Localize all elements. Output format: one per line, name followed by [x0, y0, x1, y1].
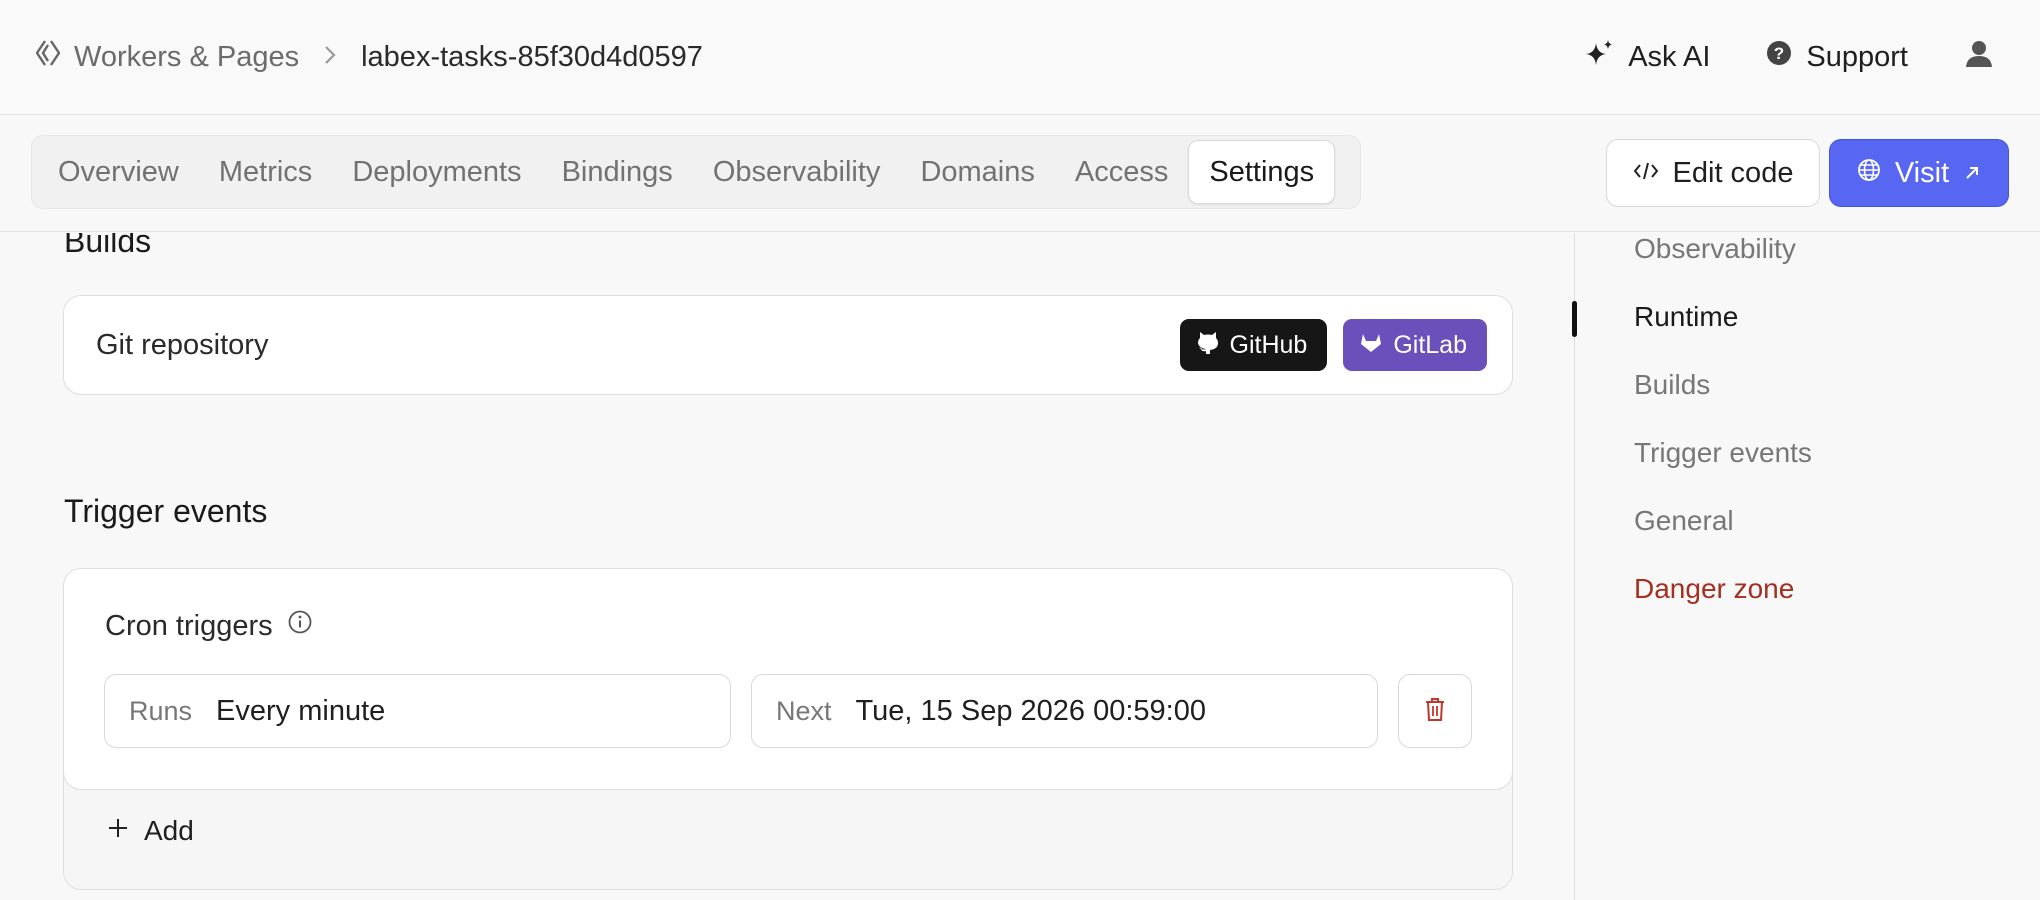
git-repository-card: Git repository GitHub GitLab	[63, 295, 1513, 395]
globe-icon	[1857, 157, 1881, 190]
github-label: GitHub	[1229, 330, 1308, 359]
tab-observability[interactable]: Observability	[693, 140, 901, 204]
sparkle-icon	[1584, 38, 1614, 76]
support-button[interactable]: ? Support	[1766, 40, 1908, 74]
visit-button[interactable]: Visit	[1829, 139, 2009, 207]
tab-domains[interactable]: Domains	[900, 140, 1054, 204]
info-icon[interactable]	[287, 609, 313, 643]
ask-ai-label: Ask AI	[1628, 40, 1711, 73]
tab-overview[interactable]: Overview	[38, 140, 199, 204]
trigger-events-title: Trigger events	[64, 493, 268, 529]
settings-side-nav: Observability Runtime Builds Trigger eve…	[1572, 233, 2040, 900]
sidenav-trigger-events[interactable]: Trigger events	[1634, 437, 1812, 469]
add-cron-button[interactable]: Add	[106, 815, 194, 847]
runs-value: Every minute	[216, 694, 386, 727]
edit-code-button[interactable]: Edit code	[1606, 139, 1820, 207]
github-icon	[1196, 329, 1220, 362]
cron-triggers-title: Cron triggers	[105, 609, 273, 642]
ask-ai-button[interactable]: Ask AI	[1584, 38, 1710, 76]
breadcrumb: Workers & Pages labex-tasks-85f30d4d0597	[34, 38, 703, 76]
next-run-field: Next Tue, 15 Sep 2026 00:59:00	[751, 674, 1378, 748]
cron-triggers-card: Cron triggers Runs Every minute Next Tue…	[63, 568, 1513, 890]
tab-metrics[interactable]: Metrics	[199, 140, 332, 204]
builds-title: Builds	[64, 233, 152, 259]
add-label: Add	[144, 815, 194, 846]
edit-code-label: Edit code	[1672, 156, 1794, 189]
tab-bar: Overview Metrics Deployments Bindings Ob…	[31, 135, 1361, 209]
user-icon	[1964, 38, 1994, 76]
trash-icon	[1424, 696, 1446, 727]
top-header: Workers & Pages labex-tasks-85f30d4d0597…	[0, 0, 2040, 115]
sidenav-runtime[interactable]: Runtime	[1634, 301, 1738, 333]
chevron-right-icon	[323, 42, 337, 73]
gitlab-icon	[1359, 330, 1383, 361]
connect-github-button[interactable]: GitHub	[1179, 319, 1328, 371]
plus-icon	[106, 815, 130, 847]
connect-gitlab-button[interactable]: GitLab	[1343, 319, 1487, 371]
breadcrumb-root-label: Workers & Pages	[74, 40, 300, 73]
tab-settings[interactable]: Settings	[1188, 140, 1336, 204]
breadcrumb-current: labex-tasks-85f30d4d0597	[361, 40, 703, 73]
external-link-icon	[1963, 157, 1981, 190]
sidenav-observability[interactable]: Observability	[1634, 233, 1796, 265]
workers-icon	[34, 38, 62, 76]
sidenav-danger-zone[interactable]: Danger zone	[1634, 573, 1794, 605]
tab-bar-row: Overview Metrics Deployments Bindings Ob…	[0, 115, 2040, 232]
active-section-indicator	[1572, 301, 1577, 337]
settings-content: Builds Git repository GitHub GitLab Trig…	[0, 233, 1575, 900]
runs-field[interactable]: Runs Every minute	[104, 674, 731, 748]
tab-bindings[interactable]: Bindings	[542, 140, 693, 204]
help-icon: ?	[1766, 40, 1792, 74]
svg-text:?: ?	[1774, 44, 1784, 63]
code-icon	[1633, 157, 1659, 190]
tab-access[interactable]: Access	[1055, 140, 1188, 204]
cron-triggers-panel: Cron triggers Runs Every minute Next Tue…	[64, 569, 1512, 790]
visit-label: Visit	[1894, 156, 1950, 189]
tab-deployments[interactable]: Deployments	[332, 140, 541, 204]
delete-cron-button[interactable]	[1398, 674, 1472, 748]
runs-label: Runs	[129, 695, 193, 726]
next-label: Next	[776, 695, 832, 726]
sidenav-builds[interactable]: Builds	[1634, 369, 1710, 401]
user-menu-button[interactable]	[1964, 38, 1994, 76]
sidenav-general[interactable]: General	[1634, 505, 1734, 537]
next-value: Tue, 15 Sep 2026 00:59:00	[855, 694, 1206, 727]
support-label: Support	[1806, 40, 1908, 73]
gitlab-label: GitLab	[1393, 330, 1467, 359]
git-repository-label: Git repository	[96, 328, 269, 361]
breadcrumb-workers-pages[interactable]: Workers & Pages	[34, 38, 299, 76]
